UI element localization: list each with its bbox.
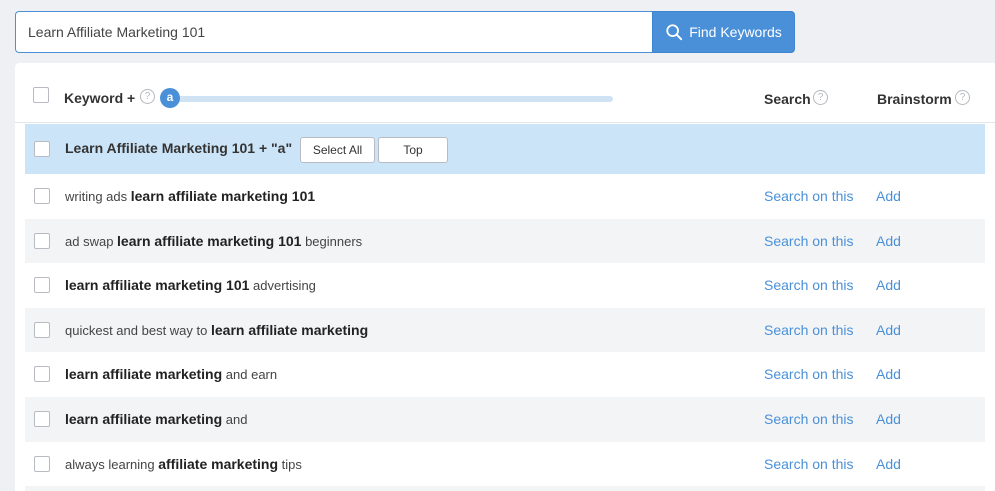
search-column-header: Search [764, 91, 811, 107]
keyword-text: ad swap learn affiliate marketing 101 be… [65, 232, 363, 249]
add-link[interactable]: Add [876, 411, 901, 427]
keyword-text: learn affiliate marketing and [65, 410, 248, 427]
keyword-text: learn affiliate marketing 101 advertisin… [65, 277, 316, 294]
search-on-this-link[interactable]: Search on this [764, 456, 854, 472]
table-row: learn affiliate marketing and earn Searc… [25, 352, 985, 397]
keyword-text: always learning affiliate marketing tips [65, 455, 302, 472]
top-button[interactable]: Top [378, 137, 448, 163]
table-header: Keyword + ? a Search ? Brainstorm ? [15, 63, 995, 123]
table-row-partial [25, 486, 985, 491]
keyword-search-input[interactable] [15, 11, 652, 53]
find-keywords-label: Find Keywords [689, 24, 782, 40]
brainstorm-column-header: Brainstorm [877, 91, 952, 107]
table-row: ad swap learn affiliate marketing 101 be… [25, 218, 985, 264]
search-icon [666, 24, 683, 41]
letter-slider-track[interactable] [173, 96, 613, 102]
row-checkbox[interactable] [34, 410, 50, 427]
keyword-text: writing ads learn affiliate marketing 10… [65, 188, 316, 204]
select-all-button[interactable]: Select All [300, 137, 375, 163]
keyword-text: quickest and best way to learn affiliate… [65, 321, 369, 338]
keyword-list: writing ads learn affiliate marketing 10… [25, 174, 985, 491]
table-row: learn affiliate marketing and Search on … [25, 396, 985, 442]
add-link[interactable]: Add [876, 322, 901, 338]
group-title: Learn Affiliate Marketing 101 + "a" [65, 140, 293, 156]
search-on-this-link[interactable]: Search on this [764, 277, 854, 293]
brainstorm-help-icon[interactable]: ? [955, 90, 970, 105]
select-all-checkbox[interactable] [33, 87, 49, 103]
row-checkbox[interactable] [34, 455, 50, 472]
keyword-group-row: Learn Affiliate Marketing 101 + "a" Sele… [25, 124, 985, 174]
row-checkbox[interactable] [34, 321, 50, 338]
row-checkbox[interactable] [34, 232, 50, 249]
search-on-this-link[interactable]: Search on this [764, 366, 854, 382]
keyword-column-header: Keyword + [64, 90, 136, 106]
search-bar: Find Keywords [15, 11, 795, 53]
search-on-this-link[interactable]: Search on this [764, 322, 854, 338]
add-link[interactable]: Add [876, 233, 901, 249]
table-row: learn affiliate marketing 101 advertisin… [25, 263, 985, 308]
row-checkbox[interactable] [34, 188, 50, 204]
add-link[interactable]: Add [876, 456, 901, 472]
table-row: quickest and best way to learn affiliate… [25, 307, 985, 353]
add-link[interactable]: Add [876, 277, 901, 293]
row-checkbox[interactable] [34, 366, 50, 383]
add-link[interactable]: Add [876, 366, 901, 382]
keyword-help-icon[interactable]: ? [140, 89, 155, 104]
add-link[interactable]: Add [876, 188, 901, 204]
search-help-icon[interactable]: ? [813, 90, 828, 105]
results-panel: Keyword + ? a Search ? Brainstorm ? Lear… [15, 63, 995, 491]
row-checkbox[interactable] [34, 277, 50, 294]
table-row: writing ads learn affiliate marketing 10… [25, 174, 985, 219]
table-row: always learning affiliate marketing tips… [25, 442, 985, 487]
search-on-this-link[interactable]: Search on this [764, 233, 854, 249]
find-keywords-button[interactable]: Find Keywords [652, 11, 795, 53]
letter-slider-handle[interactable]: a [160, 88, 180, 108]
search-on-this-link[interactable]: Search on this [764, 188, 854, 204]
group-checkbox[interactable] [34, 141, 50, 157]
keyword-text: learn affiliate marketing and earn [65, 366, 278, 383]
search-on-this-link[interactable]: Search on this [764, 411, 854, 427]
